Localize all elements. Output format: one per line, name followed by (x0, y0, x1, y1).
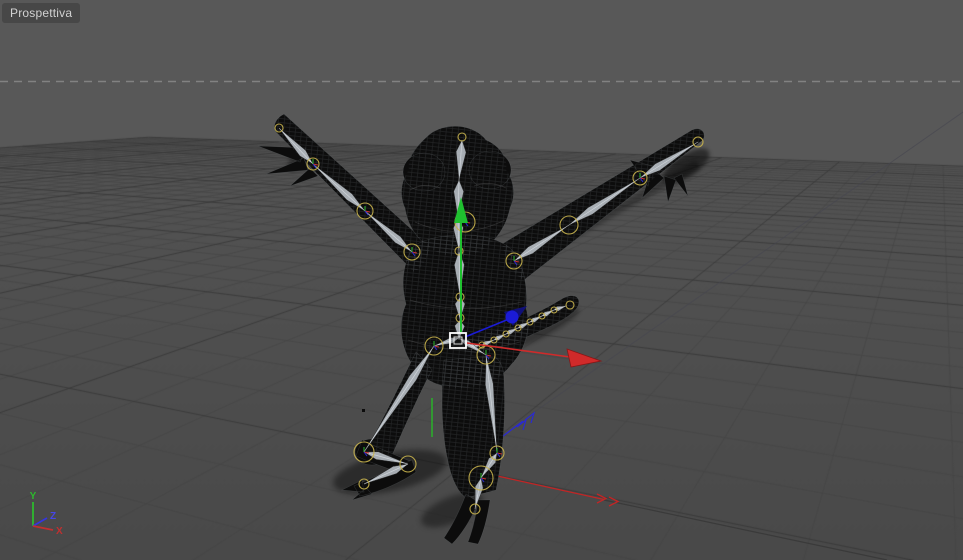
grid-major-z-line (532, 111, 963, 414)
gizmo-y-label: Y (30, 491, 37, 502)
3d-viewport[interactable]: Y Z X Prospettiva (0, 0, 963, 560)
scene-overlay: Y Z X (0, 80, 963, 560)
gizmo-z-label: Z (50, 511, 56, 522)
manipulator-origin-cube[interactable] (449, 332, 467, 349)
gizmo-x-axis (32, 525, 54, 531)
wireframe-overlay (274, 114, 705, 498)
axis-orientation-gizmo: Y Z X (30, 491, 63, 537)
manipulator-z-arrow-cap[interactable] (505, 310, 519, 324)
mesh-fleck (362, 409, 365, 412)
world-axis-z-arrows (516, 411, 536, 431)
viewport-label[interactable]: Prospettiva (2, 3, 81, 23)
manipulator-x-arrow[interactable] (566, 348, 603, 368)
gizmo-x-label: X (56, 526, 63, 537)
gizmo-z-axis (32, 517, 48, 527)
grid-major-x-line (603, 499, 888, 560)
world-axis-x-arrows (596, 493, 620, 507)
